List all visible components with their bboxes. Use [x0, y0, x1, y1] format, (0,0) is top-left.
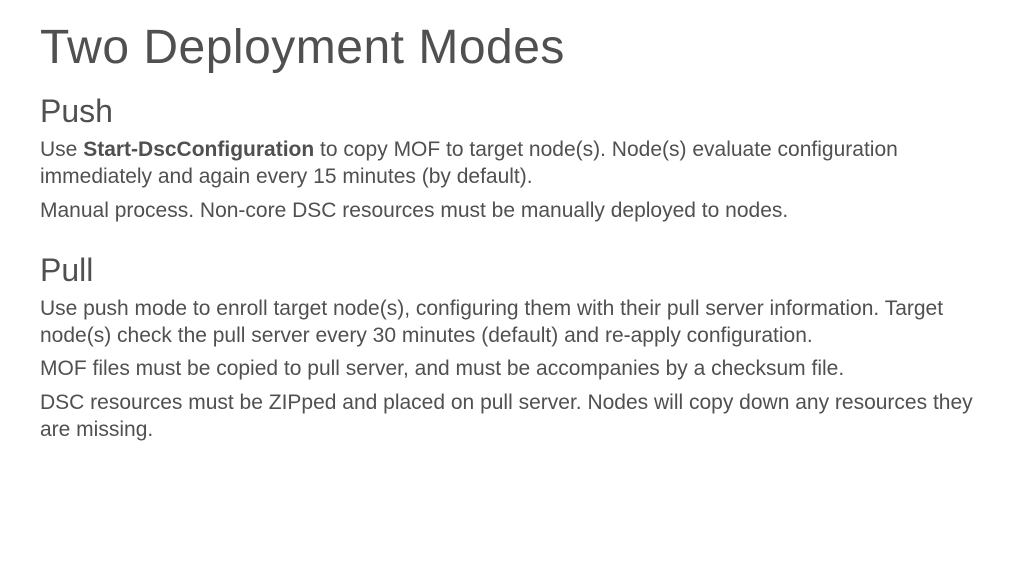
- body-paragraph: Use push mode to enroll target node(s), …: [40, 295, 984, 350]
- section-push: Push Use Start-DscConfiguration to copy …: [40, 93, 984, 224]
- section-heading-pull: Pull: [40, 252, 984, 289]
- section-heading-push: Push: [40, 93, 984, 130]
- body-paragraph: Manual process. Non-core DSC resources m…: [40, 197, 984, 224]
- slide-title: Two Deployment Modes: [40, 20, 984, 75]
- section-pull: Pull Use push mode to enroll target node…: [40, 252, 984, 443]
- body-paragraph: Use Start-DscConfiguration to copy MOF t…: [40, 136, 984, 191]
- text-bold: Start-DscConfiguration: [83, 138, 314, 161]
- body-paragraph: MOF files must be copied to pull server,…: [40, 355, 984, 382]
- text-prefix: Use: [40, 138, 83, 161]
- body-paragraph: DSC resources must be ZIPped and placed …: [40, 389, 984, 444]
